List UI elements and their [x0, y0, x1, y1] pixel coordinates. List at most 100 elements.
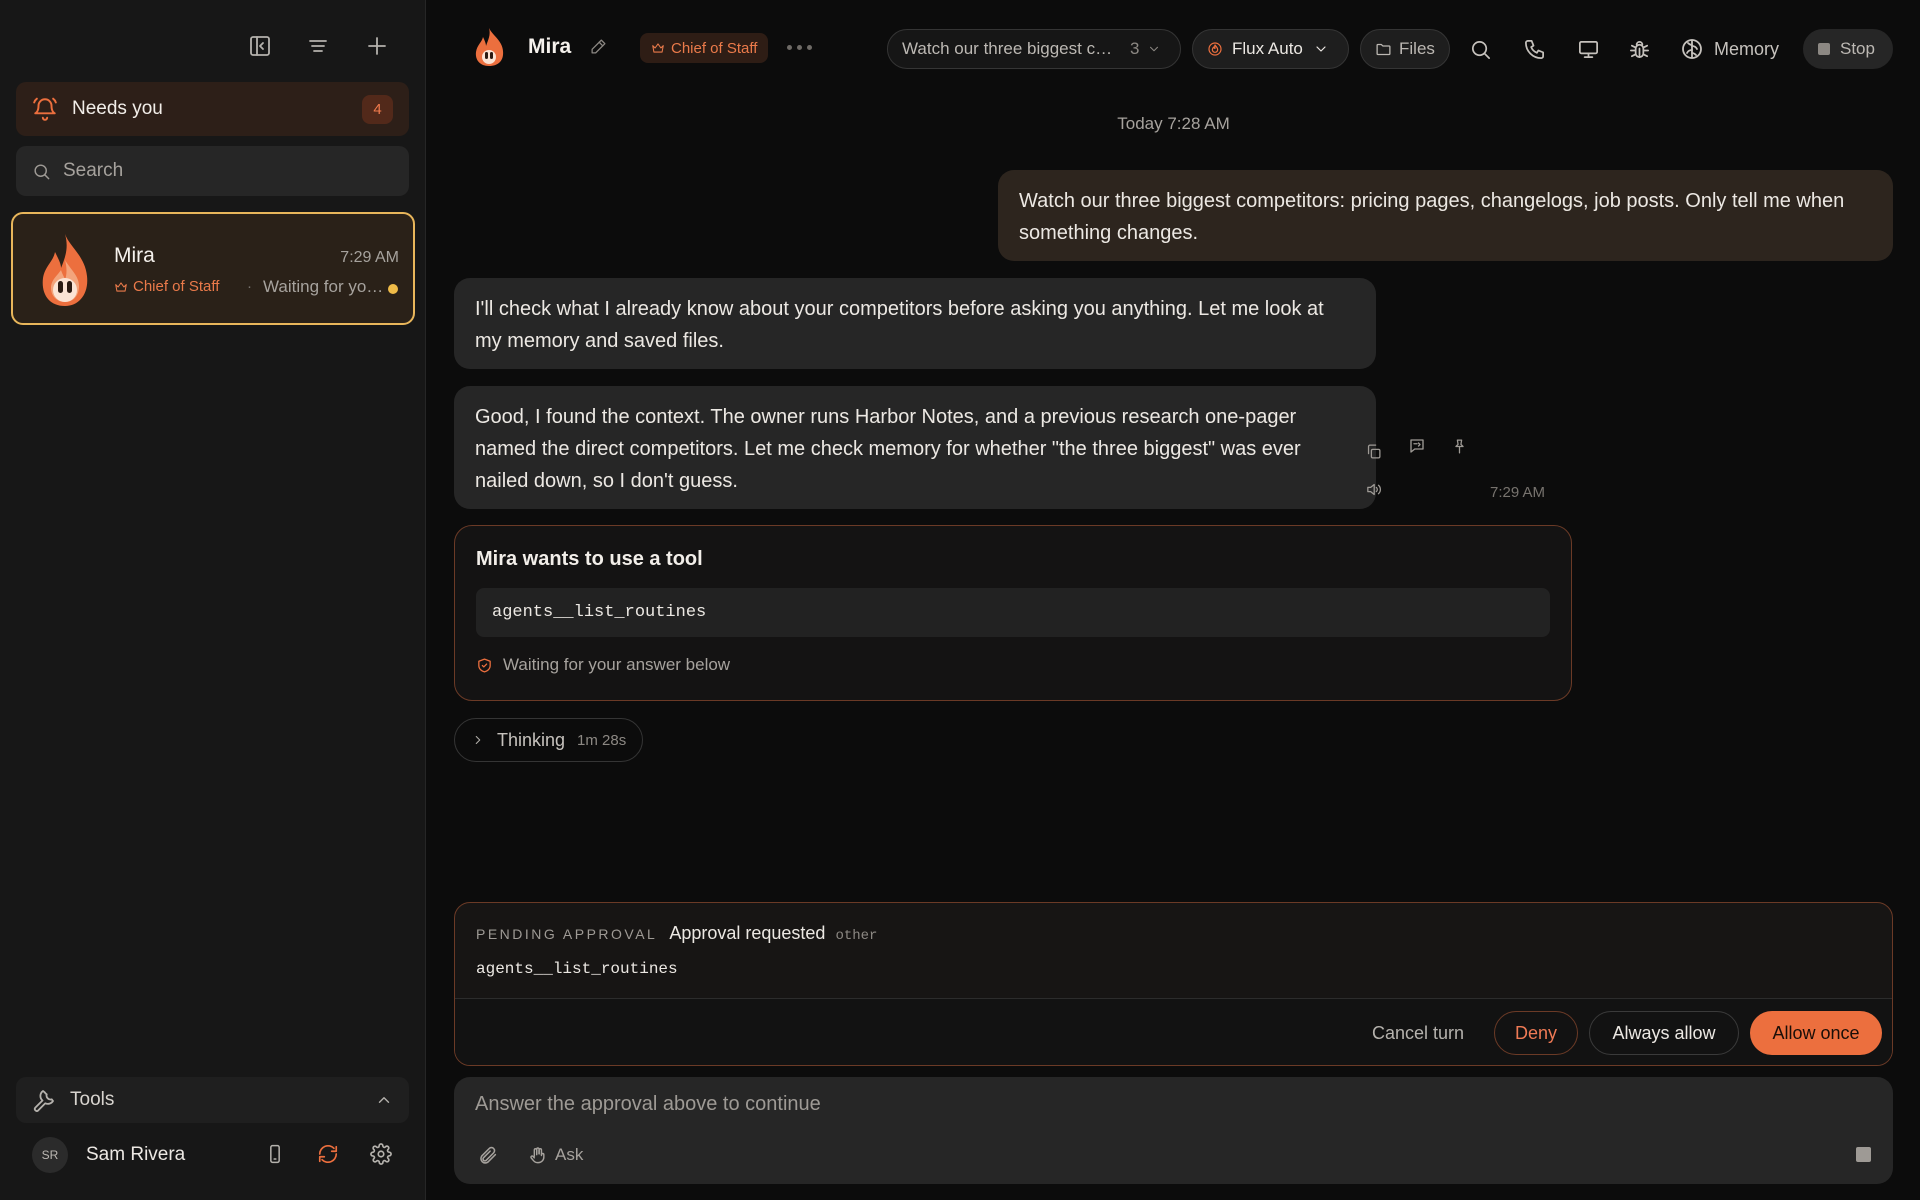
chevron-down-icon: [1316, 46, 1326, 52]
new-chat-button[interactable]: [361, 30, 393, 62]
call-button[interactable]: [1518, 33, 1550, 65]
conversation-time: 7:29 AM: [340, 249, 399, 266]
needs-you-label: Needs you: [72, 98, 163, 119]
speaker-icon: [1366, 483, 1381, 495]
search-box: [16, 146, 409, 196]
user-message: Watch our three biggest competitors: pri…: [998, 170, 1893, 261]
tool-request-status-label: Waiting for your answer below: [503, 655, 731, 674]
phone-device-icon: [270, 1144, 280, 1164]
user-profile: SR Sam Rivera: [16, 1135, 409, 1175]
task-selector[interactable]: Watch our three biggest competitors: pri…: [887, 29, 1181, 69]
paperclip-icon: [479, 1146, 496, 1164]
mobile-device-button[interactable]: [260, 1139, 290, 1169]
flame-avatar-icon: [42, 234, 88, 306]
folder-icon: [1376, 43, 1391, 55]
task-count: 3: [1130, 39, 1140, 58]
ask-mode-label: Ask: [555, 1145, 584, 1164]
search-icon: [1471, 40, 1490, 59]
crown-icon: [115, 281, 127, 292]
menu-lines-icon: [309, 40, 327, 52]
sidebar: Needs you 4 Mira 7:29 AM Chief of Staff …: [0, 0, 426, 1200]
thinking-duration: 1m 28s: [577, 731, 627, 749]
model-selector[interactable]: Flux Auto: [1192, 29, 1349, 69]
approval-tool-name: agents__list_routines: [476, 960, 678, 978]
stop-button[interactable]: Stop: [1803, 29, 1893, 69]
stop-square-icon: [1818, 43, 1830, 55]
memory-button[interactable]: Memory: [1680, 33, 1779, 65]
date-separator: Today 7:28 AM: [1117, 114, 1230, 133]
chat-header: Mira Chief of Staff Watch our three bigg…: [427, 0, 1920, 96]
allow-once-button[interactable]: Allow once: [1750, 1011, 1882, 1055]
message-timestamp: 7:29 AM: [1490, 484, 1546, 501]
flame-logo-icon: [475, 28, 504, 66]
unread-status-dot: [388, 284, 398, 294]
ask-mode-button[interactable]: Ask: [518, 1137, 593, 1173]
approval-eyebrow: PENDING APPROVAL: [476, 926, 658, 942]
assistant-message: Good, I found the context. The owner run…: [454, 386, 1376, 509]
copy-message-button[interactable]: [1360, 438, 1386, 464]
stop-label: Stop: [1840, 39, 1875, 58]
tools-label: Tools: [70, 1089, 115, 1110]
agent-name: Mira: [528, 35, 572, 58]
task-title: Watch our three biggest competitors: pri…: [902, 39, 1120, 58]
reply-message-button[interactable]: [1404, 433, 1430, 459]
bug-icon: [1629, 40, 1649, 58]
role-badge: Chief of Staff: [640, 33, 769, 63]
search-messages-button[interactable]: [1464, 33, 1496, 65]
user-name: Sam Rivera: [86, 1144, 186, 1165]
pending-approval-panel: PENDING APPROVAL Approval requested othe…: [454, 902, 1893, 1066]
pencil-icon: [591, 39, 606, 54]
brain-icon: [1682, 39, 1702, 59]
sync-button[interactable]: [313, 1139, 343, 1169]
message-composer: Ask: [454, 1077, 1893, 1184]
debug-button[interactable]: [1623, 33, 1655, 65]
always-allow-button[interactable]: Always allow: [1589, 1011, 1739, 1055]
thinking-label: Thinking: [497, 729, 566, 750]
edit-name-button[interactable]: [590, 38, 607, 55]
files-label: Files: [1399, 39, 1435, 58]
phone-icon: [1524, 39, 1544, 59]
needs-you-item[interactable]: Needs you 4: [16, 82, 409, 136]
crown-icon: [652, 43, 664, 53]
refresh-icon: [318, 1144, 338, 1164]
hand-icon: [530, 1146, 545, 1163]
attach-button[interactable]: [472, 1140, 502, 1170]
avatar[interactable]: SR: [32, 1137, 68, 1173]
search-input[interactable]: [63, 160, 383, 182]
plus-icon: [368, 37, 386, 55]
approval-header: PENDING APPROVAL Approval requested othe…: [476, 923, 877, 944]
copy-icon: [1367, 443, 1381, 459]
read-aloud-button[interactable]: [1360, 476, 1386, 502]
message-input[interactable]: [475, 1093, 1855, 1127]
list-menu-button[interactable]: [302, 30, 334, 62]
chevron-up-icon: [378, 1097, 390, 1103]
conversation-role-label: Chief of Staff: [133, 278, 220, 295]
model-label: Flux Auto: [1232, 39, 1303, 58]
more-options-button[interactable]: [787, 45, 812, 50]
cancel-turn-button[interactable]: Cancel turn: [1355, 1011, 1481, 1055]
stop-generation-button[interactable]: [1856, 1147, 1871, 1162]
settings-button[interactable]: [366, 1139, 396, 1169]
approval-kind: other: [835, 928, 878, 944]
shield-check-icon: [478, 657, 491, 673]
bell-alert-icon: [33, 97, 57, 121]
role-separator: ·: [247, 278, 252, 295]
deny-button[interactable]: Deny: [1494, 1011, 1578, 1055]
tool-name-code: agents__list_routines: [476, 588, 1550, 637]
tool-request-card: Mira wants to use a tool agents__list_ro…: [454, 525, 1572, 701]
conversation-item-mira[interactable]: Mira 7:29 AM Chief of Staff · Waiting fo…: [11, 212, 415, 325]
model-spark-icon: [1208, 42, 1222, 56]
toggle-sidebar-button[interactable]: [244, 30, 276, 62]
gear-icon: [370, 1143, 392, 1165]
screen-share-button[interactable]: [1572, 33, 1604, 65]
wrench-icon: [33, 1090, 54, 1112]
role-badge-label: Chief of Staff: [671, 39, 758, 57]
pin-message-button[interactable]: [1446, 433, 1472, 459]
tools-section-toggle[interactable]: Tools: [16, 1077, 409, 1123]
files-button[interactable]: Files: [1360, 29, 1450, 69]
thinking-toggle[interactable]: Thinking 1m 28s: [454, 718, 644, 762]
conversation-name: Mira: [114, 244, 155, 267]
conversation-role: Chief of Staff: [114, 278, 219, 295]
approval-title: Approval requested: [669, 923, 826, 943]
pin-icon: [1454, 438, 1464, 454]
